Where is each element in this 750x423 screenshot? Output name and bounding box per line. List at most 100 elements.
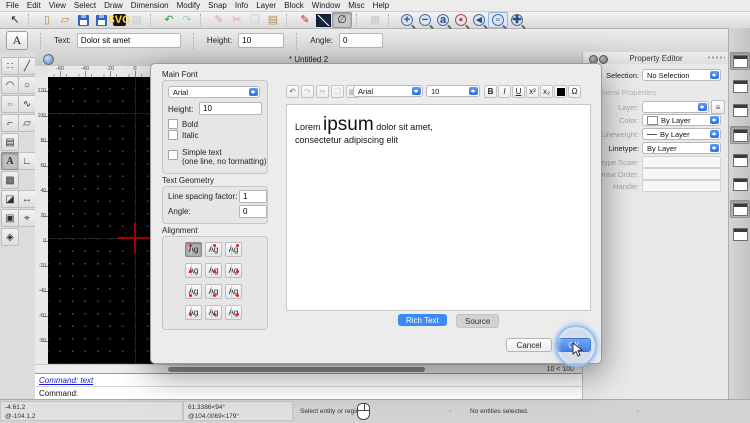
linetype-scale-field[interactable] (642, 156, 721, 168)
bold-checkbox[interactable] (168, 119, 178, 129)
menu-item-select[interactable]: Select (74, 1, 96, 10)
menu-item-layer[interactable]: Layer (256, 1, 276, 10)
export-button[interactable]: SVG (107, 13, 131, 27)
menu-item-view[interactable]: View (49, 1, 66, 10)
pen-widget-toggle[interactable] (730, 52, 750, 70)
modify-tool-button[interactable]: ▣ (1, 209, 19, 227)
zoom-auto-button[interactable]: a (434, 13, 452, 27)
save-button[interactable] (74, 13, 92, 27)
panel-float-button[interactable] (599, 55, 608, 64)
paste-button[interactable]: ▤ (264, 13, 282, 27)
cancel-button[interactable]: Cancel (506, 338, 552, 352)
align-top-left-button[interactable]: Ag (185, 242, 202, 257)
rich-text-editor[interactable]: Lorem ipsum dolor sit amet, consectetur a… (286, 104, 591, 311)
new-document-button[interactable]: ▯ (38, 13, 56, 27)
zoom-pan-button[interactable]: ✚ (508, 13, 526, 27)
print-preview-button[interactable]: ▤ (128, 13, 146, 27)
menu-item-info[interactable]: Info (235, 1, 248, 10)
grid-toggle-button[interactable]: ▦ (366, 13, 384, 27)
undo-button[interactable]: ↶ (160, 13, 178, 27)
dimension-horizontal-button[interactable]: ↔ (18, 190, 36, 208)
selection-dropdown[interactable]: No Selection (642, 69, 721, 81)
menu-item-snap[interactable]: Snap (208, 1, 227, 10)
ellipse-tool-button[interactable]: ○ (1, 95, 19, 113)
zoom-in-button[interactable]: + (398, 13, 416, 27)
zoom-window-button[interactable]: ▫ (488, 12, 508, 28)
layer-list-button[interactable]: ≡ (711, 100, 725, 114)
polyline-tool-button[interactable]: ⌐ (1, 114, 19, 132)
menu-item-dimension[interactable]: Dimension (131, 1, 169, 10)
simple-text-checkbox[interactable] (168, 150, 178, 160)
shapes-tool-button[interactable]: ▱ (18, 114, 36, 132)
layer-list-widget-toggle[interactable] (731, 78, 749, 94)
source-tab[interactable]: Source (456, 314, 500, 328)
italic-button[interactable]: I (498, 85, 511, 98)
symbol-button[interactable]: Ω (568, 85, 581, 98)
align-baseline-center-button[interactable]: Ag (205, 305, 222, 320)
command-widget-toggle[interactable] (731, 176, 749, 192)
text-color-button[interactable] (554, 85, 567, 98)
copy-button[interactable]: ❐ (246, 13, 264, 27)
menu-item-draw[interactable]: Draw (104, 1, 123, 10)
editor-cut-button[interactable]: ✂ (316, 85, 329, 98)
open-button[interactable]: ▱ (56, 13, 74, 27)
menu-item-edit[interactable]: Edit (27, 1, 41, 10)
align-middle-center-button[interactable]: Ag (205, 263, 222, 278)
editor-undo-button[interactable]: ↶ (286, 85, 299, 98)
isometric-tool-button[interactable]: ◈ (1, 228, 19, 246)
align-baseline-left-button[interactable]: Ag (185, 305, 202, 320)
linetype-dropdown[interactable]: By Layer (642, 142, 721, 154)
hatch-tool-button[interactable]: ◪ (1, 190, 19, 208)
line-tool-button[interactable]: ╱ (18, 57, 36, 75)
line-tool-button[interactable] (314, 13, 332, 27)
color-dropdown[interactable]: By Layer (642, 114, 721, 126)
align-baseline-right-button[interactable]: Ag (225, 305, 242, 320)
superscript-button[interactable]: x² (526, 85, 539, 98)
points-tool-button[interactable]: ∷ (1, 57, 19, 75)
text-tool-button-active[interactable]: A (1, 152, 19, 170)
handle-field[interactable] (642, 180, 721, 192)
rich-text-tab[interactable]: Rich Text (398, 314, 447, 326)
angle-value-input[interactable] (338, 33, 383, 48)
panel-drag-handle[interactable] (707, 56, 725, 59)
menu-item-block[interactable]: Block (284, 1, 304, 10)
cut-button[interactable]: ✂ (228, 13, 246, 27)
lineweight-dropdown[interactable]: By Layer (642, 128, 721, 140)
align-bottom-right-button[interactable]: Ag (225, 284, 242, 299)
mtext-tool-button[interactable]: ▤ (1, 133, 19, 151)
font-height-input[interactable] (199, 102, 262, 115)
italic-checkbox[interactable] (168, 130, 178, 140)
align-bottom-center-button[interactable]: Ag (205, 284, 222, 299)
blank-widget-toggle[interactable] (731, 102, 749, 118)
circle-slash-tool-button[interactable]: ∅ (332, 12, 352, 28)
library-widget-toggle[interactable] (731, 226, 749, 242)
geometry-angle-input[interactable] (239, 205, 267, 218)
draw-pen-button[interactable]: ✎ (296, 13, 314, 27)
editor-font-dropdown[interactable]: Arial (353, 85, 423, 97)
snap-tool-button[interactable]: ⌖ (18, 209, 36, 227)
menu-item-help[interactable]: Help (373, 1, 389, 10)
circle-tool-button[interactable]: ○ (18, 76, 36, 94)
notes-widget-toggle[interactable] (730, 200, 750, 218)
align-middle-right-button[interactable]: Ag (225, 263, 242, 278)
image-tool-button[interactable]: ▩ (1, 171, 19, 189)
subscript-button[interactable]: x₂ (540, 85, 553, 98)
draw-order-field[interactable] (642, 168, 721, 180)
align-middle-left-button[interactable]: Ag (185, 263, 202, 278)
command-input[interactable] (81, 388, 586, 399)
menu-item-modify[interactable]: Modify (177, 1, 201, 10)
menu-item-window[interactable]: Window (312, 1, 340, 10)
editor-copy-button[interactable]: ❐ (331, 85, 344, 98)
bold-button[interactable]: B (484, 85, 497, 98)
menu-item-misc[interactable]: Misc (348, 1, 364, 10)
redo-button[interactable]: ↷ (178, 13, 196, 27)
spline-tool-button[interactable]: ∿ (18, 95, 36, 113)
layer-dropdown[interactable] (642, 101, 709, 113)
text-value-input[interactable] (76, 33, 181, 48)
height-value-input[interactable] (238, 33, 285, 48)
editor-size-dropdown[interactable]: 10 (426, 85, 480, 97)
line-spacing-input[interactable] (239, 190, 267, 203)
underline-button[interactable]: U (512, 85, 525, 98)
font-family-dropdown[interactable]: Arial (168, 86, 260, 98)
editor-redo-button[interactable]: ↷ (301, 85, 314, 98)
